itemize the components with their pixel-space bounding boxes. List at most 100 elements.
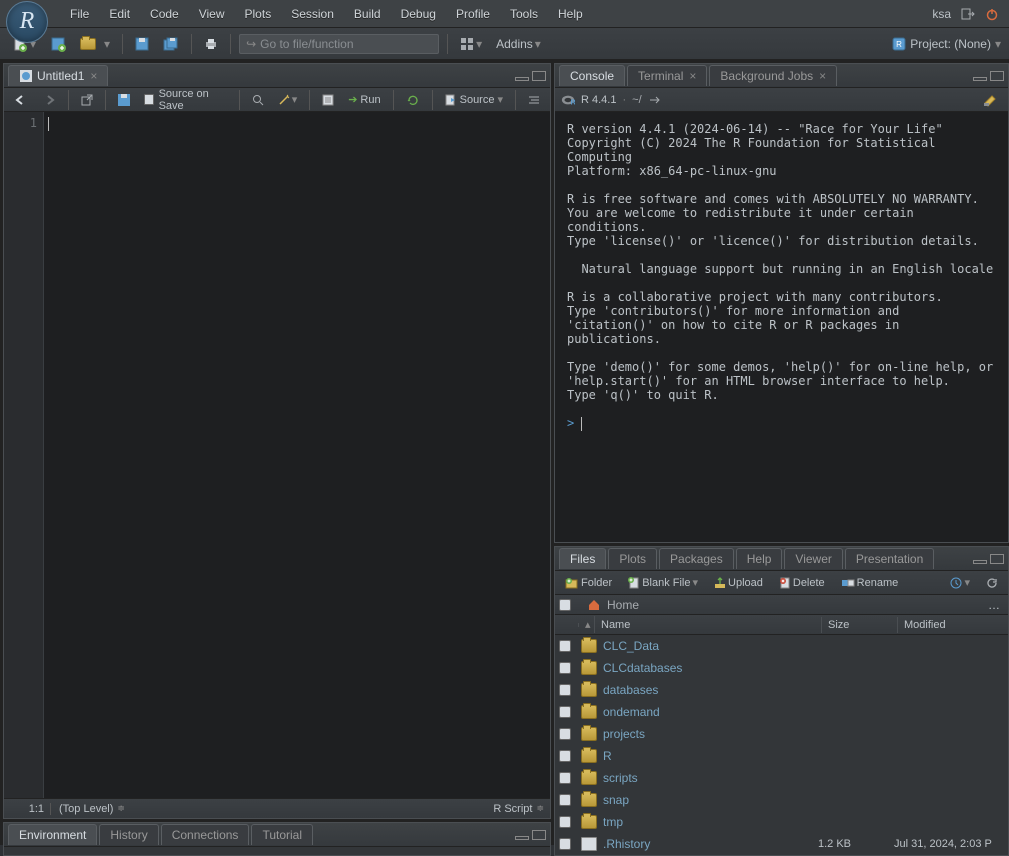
tab-background-jobs[interactable]: Background Jobs× [709, 65, 837, 86]
tab-help[interactable]: Help [736, 548, 783, 569]
tab-presentation[interactable]: Presentation [845, 548, 934, 569]
menu-view[interactable]: View [189, 3, 235, 25]
minimize-icon[interactable] [973, 77, 987, 81]
menu-tools[interactable]: Tools [500, 3, 548, 25]
file-name[interactable]: snap [603, 793, 818, 807]
file-name[interactable]: scripts [603, 771, 818, 785]
menu-profile[interactable]: Profile [446, 3, 500, 25]
file-row[interactable]: tmp [555, 811, 1008, 833]
file-row[interactable]: databases [555, 679, 1008, 701]
row-check[interactable] [559, 816, 571, 828]
tab-tutorial[interactable]: Tutorial [251, 824, 313, 845]
run-button[interactable]: ➔Run [344, 91, 384, 108]
new-folder-button[interactable]: Folder [561, 575, 616, 591]
tab-viewer[interactable]: Viewer [784, 548, 842, 569]
file-name[interactable]: CLCdatabases [603, 661, 818, 675]
col-name[interactable]: Name [595, 617, 822, 633]
signout-icon[interactable] [961, 7, 975, 21]
code-editor[interactable]: 1 [4, 112, 550, 798]
home-icon[interactable] [587, 598, 601, 612]
new-blank-button[interactable]: Blank File ▾ [624, 574, 702, 591]
row-check[interactable] [559, 640, 571, 652]
file-row[interactable]: scripts [555, 767, 1008, 789]
maximize-icon[interactable] [990, 554, 1004, 564]
save-button[interactable] [131, 35, 153, 53]
power-icon[interactable] [985, 7, 999, 21]
menu-debug[interactable]: Debug [391, 3, 446, 25]
menu-file[interactable]: File [60, 3, 99, 25]
col-modified[interactable]: Modified [898, 617, 1008, 633]
row-check[interactable] [559, 728, 571, 740]
file-name[interactable]: databases [603, 683, 818, 697]
find-button[interactable] [248, 92, 268, 108]
source-on-save-check[interactable]: Source on Save [140, 86, 231, 114]
minimize-icon[interactable] [515, 836, 529, 840]
file-row[interactable]: projects [555, 723, 1008, 745]
tab-environment[interactable]: Environment [8, 824, 97, 845]
wand-button[interactable]: ▾ [274, 91, 302, 108]
file-row[interactable]: R [555, 745, 1008, 767]
print-button[interactable] [200, 35, 222, 53]
delete-button[interactable]: Delete [775, 575, 829, 591]
source-button[interactable]: Source ▾ [441, 91, 507, 108]
maximize-icon[interactable] [990, 71, 1004, 81]
tab-plots[interactable]: Plots [608, 548, 657, 569]
maximize-icon[interactable] [532, 830, 546, 840]
row-check[interactable] [559, 794, 571, 806]
row-check[interactable] [559, 684, 571, 696]
file-row[interactable]: CLC_Data [555, 635, 1008, 657]
clear-console-button[interactable] [978, 91, 1002, 109]
goto-input[interactable]: ↪Go to file/function [239, 34, 439, 54]
col-size[interactable]: Size [822, 617, 898, 633]
wd-arrow-icon[interactable] [648, 93, 662, 107]
file-row[interactable]: ondemand [555, 701, 1008, 723]
source-tab[interactable]: Untitled1 × [8, 65, 108, 86]
rename-button[interactable]: Rename [837, 575, 903, 591]
forward-button[interactable] [38, 92, 60, 108]
tab-packages[interactable]: Packages [659, 548, 734, 569]
tab-connections[interactable]: Connections [161, 824, 250, 845]
menu-build[interactable]: Build [344, 3, 391, 25]
save-all-button[interactable] [159, 35, 183, 53]
row-check[interactable] [559, 662, 571, 674]
file-name[interactable]: .Rhistory [603, 837, 818, 851]
popout-button[interactable] [77, 92, 97, 108]
type-selector[interactable]: R Script ≑ [493, 803, 544, 815]
grid-button[interactable]: ▾ [456, 35, 486, 53]
row-check[interactable] [559, 772, 571, 784]
row-check[interactable] [559, 750, 571, 762]
file-name[interactable]: R [603, 749, 818, 763]
rerun-button[interactable] [402, 92, 424, 108]
maximize-icon[interactable] [532, 71, 546, 81]
file-row[interactable]: CLCdatabases [555, 657, 1008, 679]
menu-help[interactable]: Help [548, 3, 593, 25]
upload-button[interactable]: Upload [710, 575, 767, 591]
more-button[interactable]: ▾ [946, 574, 974, 591]
row-check[interactable] [559, 838, 571, 850]
console-output[interactable]: R version 4.4.1 (2024-06-14) -- "Race fo… [555, 112, 1008, 542]
close-icon[interactable]: × [689, 69, 696, 83]
file-name[interactable]: CLC_Data [603, 639, 818, 653]
file-row[interactable]: .Rhistory1.2 KBJul 31, 2024, 2:03 P [555, 833, 1008, 855]
file-name[interactable]: tmp [603, 815, 818, 829]
menu-plots[interactable]: Plots [235, 3, 282, 25]
scope-selector[interactable]: (Top Level) ≑ [50, 803, 125, 815]
close-icon[interactable]: × [819, 69, 826, 83]
menu-edit[interactable]: Edit [99, 3, 140, 25]
tab-console[interactable]: Console [559, 65, 625, 86]
minimize-icon[interactable] [973, 560, 987, 564]
notebook-button[interactable] [318, 92, 338, 108]
menu-session[interactable]: Session [281, 3, 344, 25]
close-icon[interactable]: × [90, 69, 97, 83]
breadcrumb-more[interactable]: … [984, 598, 1004, 612]
file-row[interactable]: snap [555, 789, 1008, 811]
file-name[interactable]: projects [603, 727, 818, 741]
select-all-check[interactable] [559, 599, 571, 611]
project-label[interactable]: Project: (None) [910, 37, 991, 51]
row-check[interactable] [559, 706, 571, 718]
refresh-button[interactable] [982, 575, 1002, 591]
file-name[interactable]: ondemand [603, 705, 818, 719]
tab-history[interactable]: History [99, 824, 158, 845]
addins-button[interactable]: Addins ▾ [492, 35, 545, 53]
new-project-button[interactable] [46, 34, 70, 54]
